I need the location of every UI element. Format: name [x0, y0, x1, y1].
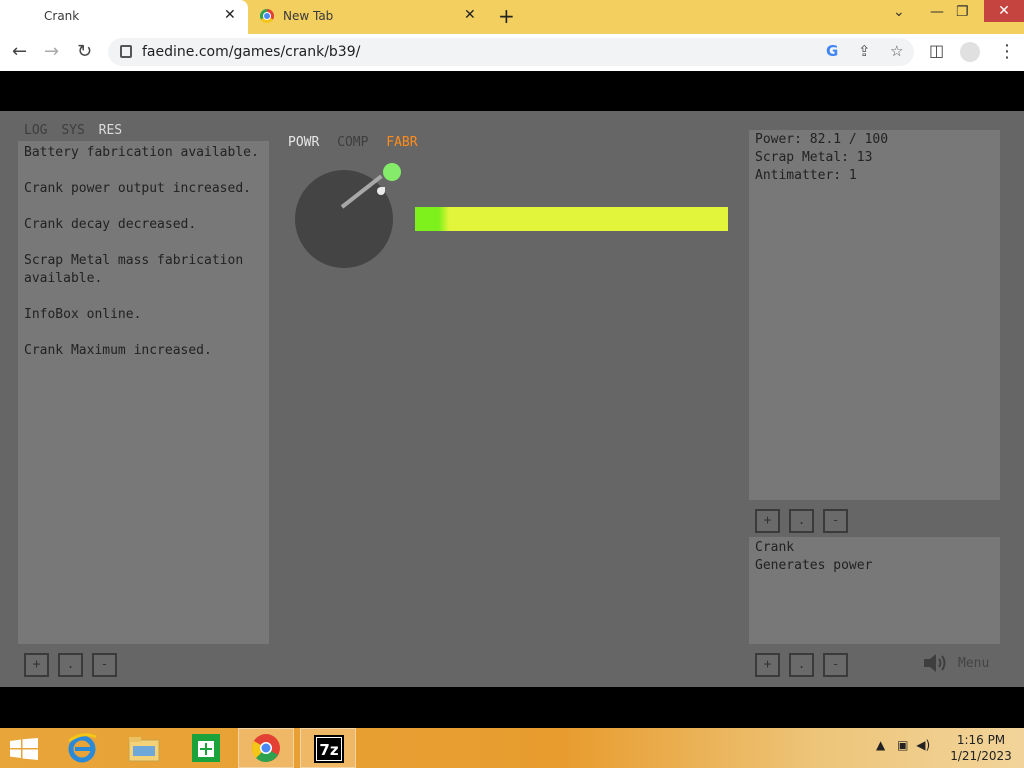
- reload-icon[interactable]: ↻: [77, 41, 92, 62]
- log-panel: Battery fabrication available. Crank pow…: [18, 141, 269, 644]
- log-dot-button[interactable]: .: [58, 653, 83, 677]
- info-dot-button[interactable]: .: [789, 653, 814, 677]
- bookmark-star-icon[interactable]: ☆: [890, 42, 903, 60]
- tab-log[interactable]: LOG: [24, 123, 47, 138]
- crank-indicator-dot: [383, 163, 401, 181]
- left-tab-strip: LOG SYS RES: [24, 123, 128, 138]
- tab-comp[interactable]: COMP: [337, 135, 368, 150]
- crank-wheel[interactable]: [295, 170, 393, 268]
- tab-res[interactable]: RES: [99, 123, 122, 138]
- info-box: Crank Generates power: [749, 537, 1000, 644]
- res-dot-button[interactable]: .: [789, 509, 814, 533]
- log-minus-button[interactable]: -: [92, 653, 117, 677]
- page-viewport: LOG SYS RES Battery fabrication availabl…: [0, 71, 1024, 728]
- chrome-icon: [252, 734, 280, 763]
- taskbar-7zip[interactable]: 7z: [300, 728, 356, 768]
- browser-tab-bar: Crank ✕ New Tab ✕ + ⌄ — ❐ ✕: [0, 0, 1024, 34]
- tab-fabr[interactable]: FABR: [386, 135, 417, 150]
- new-tab-plus-icon[interactable]: +: [498, 4, 515, 28]
- taskbar-internet-explorer[interactable]: [54, 728, 110, 768]
- tab-new-tab[interactable]: New Tab ✕: [250, 0, 488, 34]
- log-line: Scrap Metal mass fabrication available.: [24, 253, 244, 286]
- log-list: Battery fabrication available. Crank pow…: [24, 144, 264, 378]
- taskbar: 7z ▲ ▣ ◀) 1:16 PM 1/21/2023: [0, 728, 1024, 768]
- info-minus-button[interactable]: -: [823, 653, 848, 677]
- tab-powr[interactable]: POWR: [288, 135, 319, 150]
- windows-start-icon[interactable]: [10, 738, 38, 760]
- res-plus-button[interactable]: +: [755, 509, 780, 533]
- speaker-icon[interactable]: [922, 651, 948, 675]
- google-icon[interactable]: G: [826, 42, 838, 60]
- resources-panel: Power: 82.1 / 100 Scrap Metal: 13 Antima…: [749, 130, 1000, 500]
- show-hidden-icons-icon[interactable]: ▲: [876, 738, 885, 752]
- taskbar-file-explorer[interactable]: [116, 728, 172, 768]
- store-icon: [192, 734, 220, 762]
- log-line: Crank decay decreased.: [24, 217, 197, 232]
- tab-label: Crank: [44, 9, 80, 23]
- resource-scrap-metal: Scrap Metal: 13: [755, 150, 873, 165]
- more-menu-icon[interactable]: ⋮: [998, 41, 1016, 62]
- log-line: Battery fabrication available.: [24, 145, 259, 160]
- internet-explorer-icon: [68, 733, 97, 763]
- log-line: Crank power output increased.: [24, 181, 251, 196]
- taskbar-chrome[interactable]: [238, 728, 294, 768]
- resource-list: Power: 82.1 / 100 Scrap Metal: 13 Antima…: [755, 131, 888, 185]
- crank-handle[interactable]: [377, 187, 385, 195]
- power-bar-fill: [415, 207, 450, 231]
- info-title: Crank: [755, 540, 795, 555]
- system-tray: ▲ ▣ ◀): [876, 738, 930, 752]
- tab-label: New Tab: [283, 9, 334, 23]
- game-area: LOG SYS RES Battery fabrication availabl…: [0, 111, 1024, 687]
- folder-icon: [128, 737, 160, 762]
- profile-avatar-icon[interactable]: [960, 42, 980, 62]
- clock-date: 1/21/2023: [950, 749, 1012, 763]
- log-line: Crank Maximum increased.: [24, 343, 212, 358]
- log-line: InfoBox online.: [24, 307, 142, 322]
- lock-icon[interactable]: [120, 45, 132, 58]
- omnibox[interactable]: faedine.com/games/crank/b39/ G ⇪ ☆: [108, 38, 914, 66]
- back-arrow-icon[interactable]: ←: [12, 41, 27, 62]
- close-tab-icon[interactable]: ✕: [464, 7, 476, 23]
- restore-icon[interactable]: ❐: [956, 4, 969, 20]
- power-bar: [415, 207, 728, 231]
- tab-crank[interactable]: Crank ✕: [0, 0, 248, 34]
- window-close-icon[interactable]: ✕: [984, 0, 1024, 22]
- resources-zoom-controls: + . -: [755, 509, 848, 533]
- taskbar-store[interactable]: [178, 728, 234, 768]
- log-zoom-controls: + . -: [24, 653, 117, 677]
- forward-arrow-icon[interactable]: →: [44, 41, 59, 62]
- info-zoom-controls: + . -: [755, 653, 848, 677]
- center-tab-strip: POWR COMP FABR: [288, 135, 428, 150]
- minimize-icon[interactable]: —: [930, 4, 944, 20]
- close-tab-icon[interactable]: ✕: [224, 7, 236, 23]
- url-text[interactable]: faedine.com/games/crank/b39/: [142, 44, 360, 60]
- svg-text:7z: 7z: [319, 741, 338, 759]
- share-icon[interactable]: ⇪: [858, 42, 871, 60]
- resource-antimatter: Antimatter: 1: [755, 168, 857, 183]
- res-minus-button[interactable]: -: [823, 509, 848, 533]
- tab-search-chevron-icon[interactable]: ⌄: [893, 4, 905, 20]
- chrome-icon: [260, 9, 274, 23]
- info-plus-button[interactable]: +: [755, 653, 780, 677]
- log-plus-button[interactable]: +: [24, 653, 49, 677]
- tab-sys[interactable]: SYS: [61, 123, 84, 138]
- taskbar-clock[interactable]: 1:16 PM 1/21/2023: [950, 732, 1012, 764]
- network-icon[interactable]: ▣: [897, 738, 908, 752]
- 7zip-icon: 7z: [314, 735, 344, 763]
- info-description: Generates power: [755, 558, 873, 573]
- address-bar: ← → ↻ faedine.com/games/crank/b39/ G ⇪ ☆…: [0, 34, 1024, 72]
- menu-button[interactable]: Menu: [958, 656, 989, 671]
- side-panel-icon[interactable]: ◫: [929, 41, 944, 60]
- clock-time: 1:16 PM: [956, 733, 1006, 747]
- volume-icon[interactable]: ◀): [916, 738, 930, 752]
- resource-power: Power: 82.1 / 100: [755, 132, 889, 147]
- info-text: Crank Generates power: [755, 539, 872, 575]
